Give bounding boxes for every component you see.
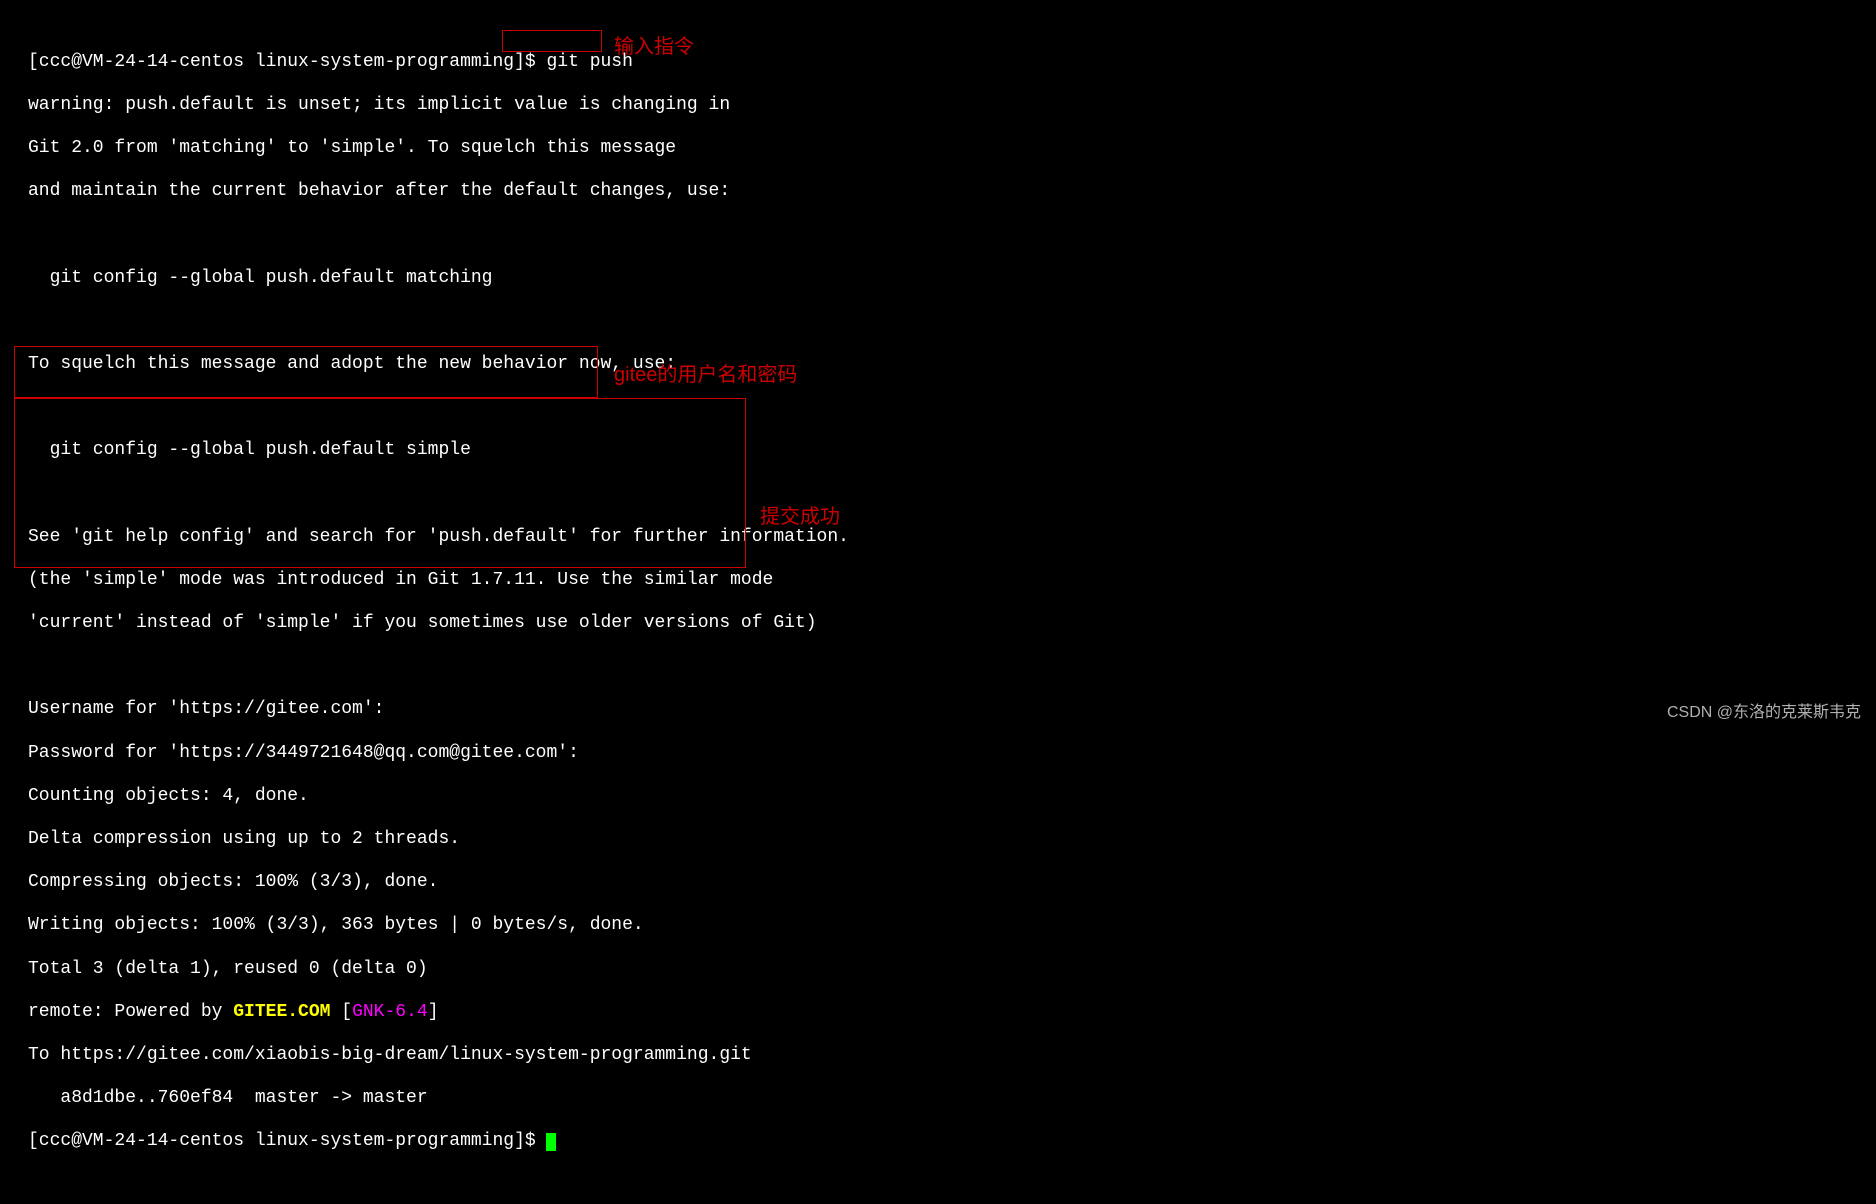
output-line: Counting objects: 4, done. (28, 786, 1848, 808)
output-line (28, 224, 1848, 246)
output-line: a8d1dbe..760ef84 master -> master (28, 1088, 1848, 1110)
prompt-line-1: [ccc@VM-24-14-centos linux-system-progra… (28, 52, 1848, 74)
annotation-success: 提交成功 (760, 500, 840, 529)
output-line (28, 656, 1848, 678)
output-line: Writing objects: 100% (3/3), 363 bytes |… (28, 915, 1848, 937)
output-line: Compressing objects: 100% (3/3), done. (28, 872, 1848, 894)
shell-prompt: [ccc@VM-24-14-centos linux-system-progra… (28, 52, 546, 72)
shell-prompt: [ccc@VM-24-14-centos linux-system-progra… (28, 1131, 546, 1151)
output-line (28, 483, 1848, 505)
output-line: warning: push.default is unset; its impl… (28, 95, 1848, 117)
gitee-brand: GITEE.COM (233, 1002, 341, 1022)
output-line: Git 2.0 from 'matching' to 'simple'. To … (28, 138, 1848, 160)
annotation-input-command: 输入指令 (614, 30, 694, 59)
terminal-output[interactable]: [ccc@VM-24-14-centos linux-system-progra… (0, 0, 1876, 1204)
cursor-icon (546, 1133, 556, 1151)
output-line: Delta compression using up to 2 threads. (28, 829, 1848, 851)
gnk-version: GNK-6.4 (352, 1002, 428, 1022)
output-line: See 'git help config' and search for 'pu… (28, 527, 1848, 549)
output-line: Total 3 (delta 1), reused 0 (delta 0) (28, 959, 1848, 981)
output-line: git config --global push.default simple (28, 440, 1848, 462)
bracket-open: [ (341, 1002, 352, 1022)
output-line: To https://gitee.com/xiaobis-big-dream/l… (28, 1045, 1848, 1067)
output-line (28, 397, 1848, 419)
watermark-text: CSDN @东洛的克莱斯韦克 (1667, 698, 1861, 722)
username-prompt-line: Username for 'https://gitee.com': (28, 699, 1848, 721)
output-line: To squelch this message and adopt the ne… (28, 354, 1848, 376)
password-prompt-line: Password for 'https://3449721648@qq.com@… (28, 743, 1848, 765)
output-line: git config --global push.default matchin… (28, 268, 1848, 290)
output-line: and maintain the current behavior after … (28, 181, 1848, 203)
output-line: (the 'simple' mode was introduced in Git… (28, 570, 1848, 592)
remote-line: remote: Powered by GITEE.COM [GNK-6.4] (28, 1002, 1848, 1024)
bracket-close: ] (428, 1002, 439, 1022)
annotation-credentials: gitee的用户名和密码 (614, 358, 797, 387)
remote-prefix: remote: Powered by (28, 1002, 233, 1022)
prompt-line-2: [ccc@VM-24-14-centos linux-system-progra… (28, 1131, 1848, 1153)
output-line (28, 311, 1848, 333)
output-line: 'current' instead of 'simple' if you som… (28, 613, 1848, 635)
